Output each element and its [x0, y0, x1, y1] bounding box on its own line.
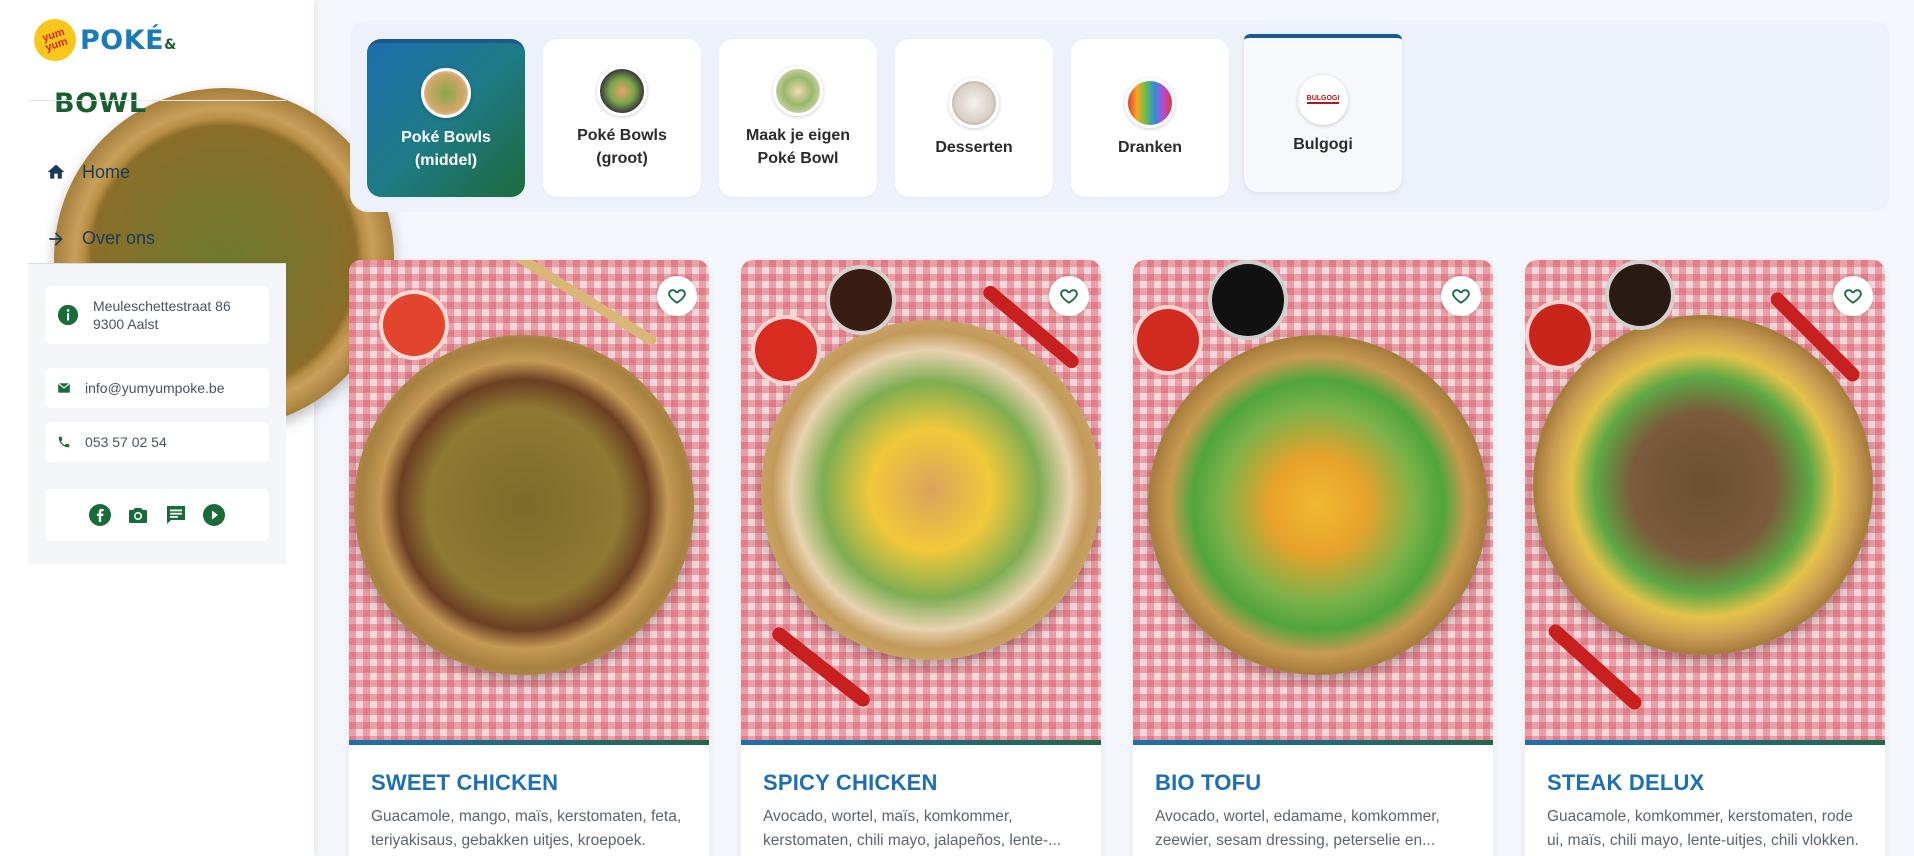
product-title: SWEET CHICKEN	[371, 770, 559, 795]
category-dranken[interactable]: Dranken	[1071, 39, 1229, 197]
category-thumbnail: BULGOGI	[1298, 74, 1348, 125]
favorite-heart-icon[interactable]	[1833, 276, 1873, 316]
product-card[interactable]: SPICY CHICKEN Avocado, wortel, maïs, kom…	[741, 260, 1101, 856]
product-card[interactable]: STEAK DELUX Guacamole, komkommer, kersto…	[1525, 260, 1885, 856]
chat-icon[interactable]	[163, 502, 189, 528]
category-bar: Poké Bowls (middel) Poké Bowls (groot) M…	[350, 20, 1890, 212]
category-label: Maak je eigen Poké Bowl	[745, 127, 851, 167]
product-card[interactable]: SWEET CHICKEN Guacamole, mango, maïs, ke…	[349, 260, 709, 856]
category-label: Bulgogi	[1293, 135, 1353, 153]
nav-item-home-label: Home	[82, 161, 131, 182]
category-bulgogi[interactable]: BULGOGI Bulgogi	[1244, 34, 1402, 192]
product-description: Avocado, wortel, maïs, komkommer, kersto…	[763, 808, 1062, 849]
product-title: STEAK DELUX	[1547, 770, 1705, 795]
favorite-heart-icon[interactable]	[1049, 276, 1089, 316]
category-thumbnail	[421, 68, 471, 118]
bulgogi-thumb-text: BULGOGI	[1306, 95, 1340, 104]
product-title: SPICY CHICKEN	[763, 770, 938, 795]
product-photo	[1133, 260, 1493, 740]
mail-icon	[57, 381, 71, 395]
arrow-right-icon	[46, 229, 66, 249]
home-icon	[46, 162, 66, 182]
logo-text: POKÉ& BOWL	[54, 24, 394, 428]
category-poke-bowls-middel[interactable]: Poké Bowls (middel)	[367, 39, 525, 197]
camera-icon[interactable]	[125, 502, 151, 528]
category-label: Poké Bowls (groot)	[577, 127, 667, 167]
nav-item-home[interactable]: Home	[28, 148, 286, 196]
email-card[interactable]: info@yumyumpoke.be	[45, 368, 269, 408]
logo-word-poke: POKÉ	[80, 24, 165, 56]
card-stripe	[349, 740, 709, 745]
social-links	[45, 489, 269, 541]
product-description: Avocado, wortel, edamame, komkommer, zee…	[1155, 808, 1440, 849]
product-photo	[1525, 260, 1885, 740]
category-label: Desserten	[935, 138, 1013, 156]
address-line-2: 9300 Aalst	[93, 316, 159, 332]
category-label: Poké Bowls (middel)	[401, 129, 491, 169]
product-description: Guacamole, mango, maïs, kerstomaten, fet…	[371, 808, 682, 849]
favorite-heart-icon[interactable]	[657, 276, 697, 316]
category-poke-bowls-groot[interactable]: Poké Bowls (groot)	[543, 39, 701, 197]
facebook-icon[interactable]	[87, 502, 113, 528]
phone-icon	[57, 435, 71, 449]
address-line-1: Meuleschettestraat 86	[93, 298, 231, 314]
category-desserten[interactable]: Desserten	[895, 39, 1053, 197]
card-stripe	[1133, 740, 1493, 745]
logo-amp: &	[164, 36, 177, 53]
nav-item-over-ons[interactable]: Over ons	[28, 214, 286, 264]
category-thumbnail	[1125, 77, 1175, 128]
category-thumbnail	[949, 77, 999, 128]
category-thumbnail	[773, 66, 823, 116]
favorite-heart-icon[interactable]	[1441, 276, 1481, 316]
info-icon	[57, 304, 79, 326]
phone-text: 053 57 02 54	[85, 434, 167, 450]
nav-item-over-ons-label: Over ons	[82, 228, 156, 248]
card-stripe	[741, 740, 1101, 745]
product-title: BIO TOFU	[1155, 770, 1262, 795]
product-card[interactable]: BIO TOFU Avocado, wortel, edamame, komko…	[1133, 260, 1493, 856]
card-stripe	[1525, 740, 1885, 745]
sidebar-divider	[28, 100, 286, 101]
product-photo	[741, 260, 1101, 740]
category-label: Dranken	[1117, 138, 1183, 156]
product-photo	[349, 260, 709, 740]
brand-logo[interactable]: yum yum POKÉ& BOWL	[28, 13, 394, 428]
product-description: Guacamole, komkommer, kerstomaten, rode …	[1547, 808, 1859, 849]
logo-mark: yum yum	[28, 13, 82, 67]
play-icon[interactable]	[201, 502, 227, 528]
contact-panel: Meuleschettestraat 86 9300 Aalst info@yu…	[28, 264, 286, 564]
category-maak-je-eigen[interactable]: Maak je eigen Poké Bowl	[719, 39, 877, 197]
sidebar: yum yum POKÉ& BOWL Home Over ons Meulesch…	[0, 0, 394, 856]
email-text: info@yumyumpoke.be	[85, 380, 225, 396]
category-thumbnail	[597, 66, 647, 116]
address-text: Meuleschettestraat 86 9300 Aalst	[93, 297, 231, 333]
phone-card[interactable]: 053 57 02 54	[45, 422, 269, 462]
address-card[interactable]: Meuleschettestraat 86 9300 Aalst	[45, 286, 269, 344]
